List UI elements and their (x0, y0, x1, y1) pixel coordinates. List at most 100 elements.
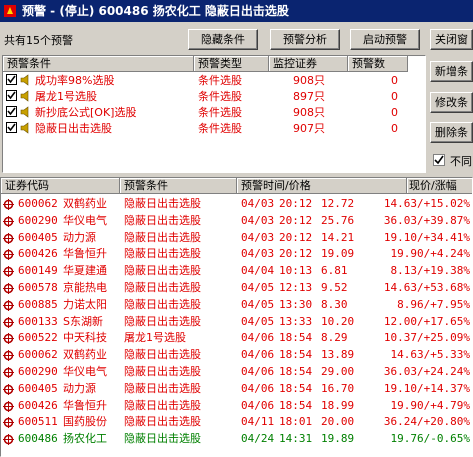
table-row[interactable]: 600290 华仪电气 隐蔽日出击选股 04/06 18:54 29.00 36.03/+2… (1, 364, 472, 380)
alert-row-icon (3, 333, 14, 345)
alert-row-icon (3, 417, 14, 429)
alert-price: 10.20 (321, 314, 355, 328)
header-alert-type[interactable]: 预警类型 (194, 56, 269, 72)
alert-price: 25.76 (321, 213, 355, 227)
delete-condition-button[interactable]: 删除条 (430, 122, 473, 143)
monitored-securities: 908只 (293, 74, 325, 87)
title-bar: 预警 - (停止) 600486 扬农化工 隐蔽日出击选股 (0, 0, 473, 22)
alert-count: 0 (391, 74, 398, 87)
no-same-label: 不同 (450, 155, 472, 168)
table-row[interactable]: 600578 京能热电 隐蔽日出击选股 04/05 12:13 9.52 14.63/+53… (1, 280, 472, 296)
alert-time: 12:13 (279, 281, 313, 294)
alert-condition: 隐蔽日出击选股 (124, 381, 201, 395)
alert-price: 18.99 (321, 398, 355, 412)
header-monitored-securities[interactable]: 监控证券 (269, 56, 348, 72)
alert-row-icon (3, 199, 14, 210)
alert-type: 条件选股 (198, 122, 242, 135)
start-alert-button[interactable]: 启动预警 (350, 29, 420, 50)
header-alert-time-price[interactable]: 预警时间/价格 (237, 178, 407, 194)
alert-count: 0 (391, 106, 398, 119)
header-alert-count[interactable]: 预警数 (348, 56, 408, 72)
alert-price: 19.89 (321, 432, 355, 446)
alert-row[interactable]: 隐蔽日出击选股 条件选股 907只 0 (3, 121, 425, 136)
table-row[interactable]: 600405 动力源 隐蔽日出击选股 04/03 20:12 14.21 19.10/+34… (1, 230, 472, 246)
alert-analysis-button[interactable]: 预警分析 (270, 29, 340, 50)
alert-date: 04/24 (241, 432, 275, 446)
current-price-change: 10.37/+25.09% (383, 331, 470, 345)
speaker-icon (20, 90, 32, 102)
alert-row-icon (3, 266, 14, 278)
header-alert-condition[interactable]: 预警条件 (3, 56, 194, 72)
alert-condition: 隐蔽日出击选股 (124, 365, 201, 378)
table-row[interactable]: 600405 动力源 隐蔽日出击选股 04/06 18:54 16.70 19.10/+14… (1, 381, 472, 397)
alert-enabled-checkbox[interactable] (6, 106, 17, 117)
header-security-code[interactable]: 证券代码 (1, 178, 120, 194)
header-alert-condition[interactable]: 预警条件 (120, 178, 237, 194)
alert-price: 12.72 (321, 197, 355, 210)
alert-time: 18:54 (279, 398, 313, 412)
current-price-change: 36.03/+39.87% (383, 213, 470, 227)
alert-row-icon (3, 400, 14, 412)
table-row[interactable]: 600062 双鹤药业 隐蔽日出击选股 04/03 20:12 12.72 14.63/+1… (1, 196, 472, 212)
no-same-checkbox[interactable] (433, 154, 445, 166)
alert-date: 04/06 (241, 331, 275, 345)
header-price-change[interactable]: 现价/涨幅 (407, 178, 472, 194)
security-name: 双鹤药业 (63, 197, 107, 210)
alert-row-icon (3, 283, 14, 294)
alert-condition: 隐蔽日出击选股 (124, 230, 201, 244)
alert-enabled-checkbox[interactable] (6, 90, 17, 101)
alert-time: 20:12 (279, 197, 313, 210)
alert-price: 8.30 (321, 297, 348, 311)
alert-price: 16.70 (321, 381, 355, 395)
table-row[interactable]: 600062 双鹤药业 隐蔽日出击选股 04/06 18:54 13.89 14.63/+5… (1, 347, 472, 363)
table-row[interactable]: 600290 华仪电气 隐蔽日出击选股 04/03 20:12 25.76 36.03/+3… (1, 213, 472, 229)
alert-date: 04/03 (241, 213, 275, 227)
table-row[interactable]: 600149 华夏建通 隐蔽日出击选股 04/04 10:13 6.81 8.13/+19.… (1, 263, 472, 279)
close-window-button[interactable]: 关闭窗 (430, 29, 473, 50)
alert-price: 29.00 (321, 365, 355, 378)
alert-row-icon (3, 232, 14, 244)
alert-price: 14.21 (321, 230, 355, 244)
current-price-change: 12.00/+17.65% (383, 314, 470, 328)
alert-date: 04/11 (241, 415, 275, 429)
alert-row[interactable]: 成功率98%选股 条件选股 908只 0 (3, 73, 425, 88)
alert-condition-name: 新抄底公式[OK]选股 (35, 106, 137, 119)
alert-price: 6.81 (321, 264, 348, 278)
alert-date: 04/03 (241, 247, 275, 261)
alert-type: 条件选股 (198, 74, 242, 87)
security-code: 600486 (18, 432, 58, 446)
table-row[interactable]: 600133 S东湖新 隐蔽日出击选股 04/05 13:33 10.20 12.00/+1… (1, 314, 472, 330)
table-row[interactable]: 600885 力诺太阳 隐蔽日出击选股 04/05 13:30 8.30 8.96/+7.9… (1, 297, 472, 313)
alert-time: 20:12 (279, 230, 313, 244)
security-code: 600149 (18, 264, 58, 278)
alert-date: 04/05 (241, 314, 275, 328)
speaker-icon (20, 74, 32, 86)
alert-enabled-checkbox[interactable] (6, 74, 17, 85)
alert-row-icon (3, 367, 14, 378)
warning-bell-icon (4, 5, 16, 17)
table-row[interactable]: 600426 华鲁恒升 隐蔽日出击选股 04/06 18:54 18.99 19.90/+4… (1, 398, 472, 414)
modify-condition-button[interactable]: 修改条 (430, 92, 473, 113)
table-row[interactable]: 600511 国药股份 隐蔽日出击选股 04/11 18:01 20.00 36.24/+2… (1, 414, 472, 430)
alert-row[interactable]: 新抄底公式[OK]选股 条件选股 908只 0 (3, 105, 425, 120)
security-code: 600522 (18, 331, 58, 345)
alert-condition: 隐蔽日出击选股 (124, 197, 201, 210)
current-price-change: 36.24/+20.80% (383, 415, 470, 429)
add-condition-button[interactable]: 新增条 (430, 61, 473, 82)
security-code: 600511 (18, 415, 58, 429)
current-price-change: 8.13/+19.38% (390, 264, 470, 278)
alert-row[interactable]: 屠龙1号选股 条件选股 897只 0 (3, 89, 425, 104)
alert-count: 0 (391, 90, 398, 103)
security-name: 国药股份 (63, 415, 107, 429)
table-row[interactable]: 600486 扬农化工 隐蔽日出击选股 04/24 14:31 19.89 19.76/-0… (1, 431, 472, 447)
table-row[interactable]: 600522 中天科技 屠龙1号选股 04/06 18:54 8.29 10.37/+25.… (1, 330, 472, 346)
security-code: 600405 (18, 381, 58, 395)
alert-enabled-checkbox[interactable] (6, 122, 17, 133)
security-name: 双鹤药业 (63, 348, 107, 362)
alert-condition-name: 屠龙1号选股 (35, 90, 97, 103)
hidden-condition-button[interactable]: 隐藏条件 (188, 29, 258, 50)
security-code: 600062 (18, 197, 58, 210)
alert-date: 04/06 (241, 398, 275, 412)
security-name: 中天科技 (63, 331, 107, 345)
table-row[interactable]: 600426 华鲁恒升 隐蔽日出击选股 04/03 20:12 19.09 19.90/+4… (1, 246, 472, 262)
